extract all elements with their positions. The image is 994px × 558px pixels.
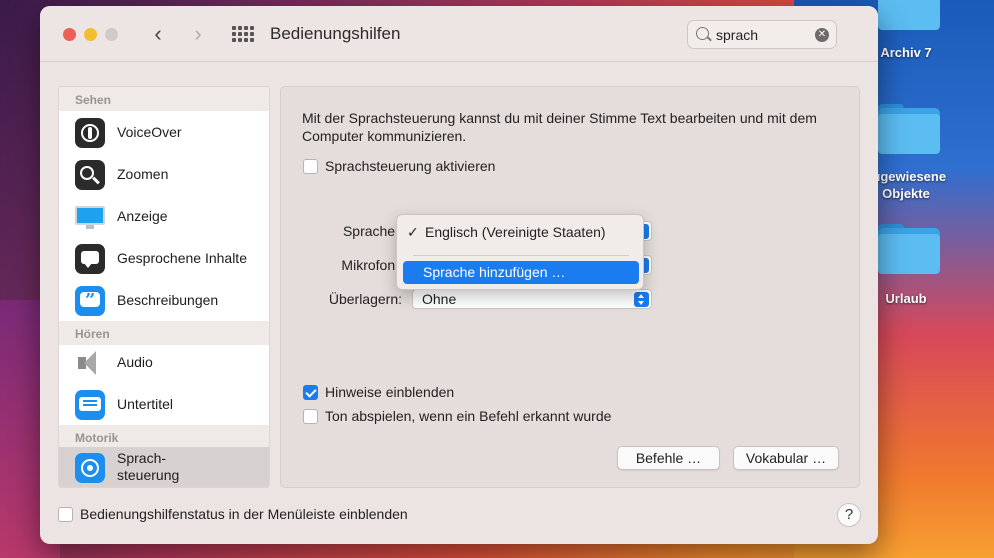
sidebar-item-label: Audio <box>117 354 153 370</box>
sidebar-section-header: Sehen <box>59 87 269 111</box>
minimize-window-button[interactable] <box>84 28 97 41</box>
sidebar-item-descriptions[interactable]: Beschreibungen <box>59 280 269 322</box>
play-sound-label: Ton abspielen, wenn ein Befehl erkannt w… <box>325 408 612 424</box>
audio-icon <box>75 348 105 378</box>
menubar-status-label: Bedienungshilfenstatus in der Menüleiste… <box>80 506 408 522</box>
sidebar-item-subtitles[interactable]: Untertitel <box>59 384 269 426</box>
play-sound-checkbox[interactable] <box>303 409 318 424</box>
overlay-label: Überlagern: <box>328 291 402 307</box>
clear-search-icon[interactable]: ✕ <box>815 28 829 42</box>
zoom-window-button[interactable] <box>105 28 118 41</box>
language-label: Sprache: <box>342 223 399 239</box>
menubar-status-checkbox[interactable] <box>58 507 73 522</box>
menu-item-english-us[interactable]: ✓ Englisch (Vereinigte Staaten) <box>403 221 639 244</box>
zoom-icon <box>75 160 105 190</box>
commands-button[interactable]: Befehle … <box>617 446 720 470</box>
overlay-popup[interactable]: Ohne <box>412 289 652 309</box>
description-text: Mit der Sprachsteuerung kannst du mit de… <box>302 110 817 144</box>
sidebar-item-label: Gesprochene Inhalte <box>117 250 247 266</box>
menu-item-label: Sprache hinzufügen … <box>423 264 566 280</box>
menu-separator <box>413 255 629 256</box>
window-title: Bedienungshilfen <box>270 24 401 43</box>
checkmark-icon: ✓ <box>407 224 419 240</box>
search-field[interactable]: ✕ <box>687 20 837 49</box>
preferences-window: ‹ › Bedienungshilfen ✕ Sehen VoiceOver Z… <box>40 6 878 544</box>
help-button[interactable]: ? <box>837 503 861 527</box>
search-icon <box>696 27 709 40</box>
sidebar-item-label: VoiceOver <box>117 124 182 140</box>
forward-button[interactable]: › <box>186 20 210 48</box>
show-hints-label: Hinweise einblenden <box>325 384 455 400</box>
sidebar-item-label: Untertitel <box>117 396 174 412</box>
popup-arrows-icon <box>634 292 649 307</box>
spoken-content-icon <box>75 244 105 274</box>
menu-item-label: Englisch (Vereinigte Staaten) <box>425 224 606 240</box>
voice-control-icon <box>75 453 105 483</box>
titlebar: ‹ › Bedienungshilfen ✕ <box>40 6 878 62</box>
vocabulary-button[interactable]: Vokabular … <box>733 446 839 470</box>
sidebar-section-header: Motorik <box>59 425 269 449</box>
sidebar: Sehen VoiceOver Zoomen Anzeige Gesproche… <box>58 86 270 488</box>
desktop-folder-icon[interactable] <box>872 0 942 30</box>
sidebar-item-label: Zoomen <box>117 166 169 182</box>
language-dropdown-menu: ✓ Englisch (Vereinigte Staaten) Sprache … <box>396 214 644 290</box>
show-all-grid-icon[interactable] <box>232 26 254 42</box>
voiceover-icon <box>75 118 105 148</box>
sidebar-item-label: Sprach- steuerung <box>117 450 180 483</box>
sidebar-item-zoom[interactable]: Zoomen <box>59 154 269 196</box>
sidebar-item-display[interactable]: Anzeige <box>59 196 269 238</box>
enable-voice-control-label: Sprachsteuerung aktivieren <box>325 158 496 174</box>
sidebar-item-spoken-content[interactable]: Gesprochene Inhalte <box>59 238 269 280</box>
sidebar-item-label: Beschreibungen <box>117 292 219 308</box>
search-input[interactable] <box>716 25 808 45</box>
menu-item-add-language[interactable]: Sprache hinzufügen … <box>403 261 639 284</box>
enable-voice-control-checkbox[interactable] <box>303 159 318 174</box>
sidebar-item-voice-control[interactable]: Sprach- steuerung <box>59 447 269 487</box>
close-window-button[interactable] <box>63 28 76 41</box>
sidebar-item-label: Anzeige <box>117 208 168 224</box>
sidebar-item-audio[interactable]: Audio <box>59 342 269 384</box>
subtitles-icon <box>75 390 105 420</box>
overlay-value: Ohne <box>422 291 457 307</box>
sidebar-item-voiceover[interactable]: VoiceOver <box>59 112 269 154</box>
display-icon <box>75 202 105 232</box>
desktop-folder-icon[interactable] <box>872 224 942 274</box>
microphone-label: Mikrofon: <box>341 257 399 273</box>
desktop-folder-icon[interactable] <box>872 104 942 154</box>
back-button[interactable]: ‹ <box>146 20 170 48</box>
show-hints-checkbox[interactable] <box>303 385 318 400</box>
descriptions-icon <box>75 286 105 316</box>
